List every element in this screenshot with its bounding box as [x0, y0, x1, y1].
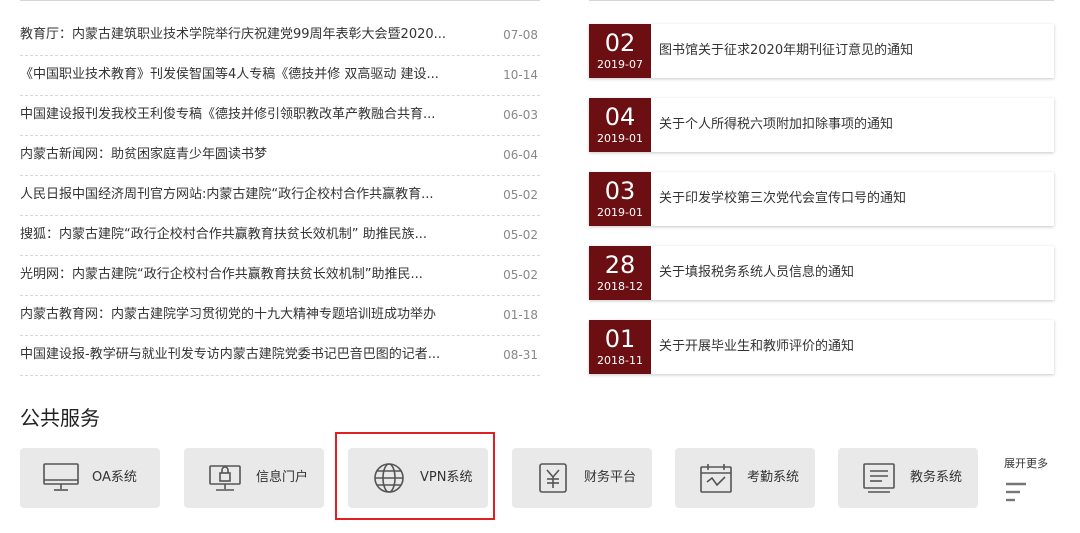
- news-row: 人民日报中国经济周刊官方网站:内蒙古建院“政行企校村合作共赢教育... 05-0…: [20, 176, 540, 216]
- news-date: 05-02: [503, 188, 538, 202]
- news-date: 05-02: [503, 228, 538, 242]
- info-portal-button[interactable]: 信息门户: [184, 448, 324, 508]
- news-title-link[interactable]: 搜狐：内蒙古建院“政行企校村合作共赢教育扶贫长效机制” 助推民族...: [20, 226, 492, 244]
- notice-title[interactable]: 关于印发学校第三次党代会宣传口号的通知: [659, 190, 906, 208]
- news-date: 06-04: [503, 148, 538, 162]
- news-row: 中国建设报-教学研与就业刊发专访内蒙古建院党委书记巴音巴图的记者... 08-3…: [20, 336, 540, 376]
- services-heading: 公共服务: [20, 406, 100, 430]
- notice-title[interactable]: 关于填报税务系统人员信息的通知: [659, 264, 854, 282]
- notice-date-badge: 04 2019-01: [589, 98, 651, 152]
- news-title-link[interactable]: 教育厅：内蒙古建筑职业技术学院举行庆祝建党99周年表彰大会暨2020...: [20, 26, 492, 44]
- notice-top-line: [589, 0, 1054, 1]
- news-title-link[interactable]: 内蒙古教育网：内蒙古建院学习贯彻党的十九大精神专题培训班成功举办: [20, 306, 492, 324]
- service-label: 考勤系统: [747, 470, 800, 485]
- notice-item[interactable]: 04 2019-01 关于个人所得税六项附加扣除事项的通知: [589, 98, 1054, 152]
- attendance-system-button[interactable]: 考勤系统: [675, 448, 815, 508]
- news-row: 内蒙古教育网：内蒙古建院学习贯彻党的十九大精神专题培训班成功举办 01-18: [20, 296, 540, 336]
- oa-system-button[interactable]: OA系统: [20, 448, 160, 508]
- service-label: 财务平台: [584, 470, 637, 485]
- finance-platform-button[interactable]: 财务平台: [512, 448, 652, 508]
- notice-day: 02: [604, 29, 636, 57]
- news-row: 教育厅：内蒙古建筑职业技术学院举行庆祝建党99周年表彰大会暨2020... 07…: [20, 16, 540, 56]
- notice-item[interactable]: 01 2018-11 关于开展毕业生和教师评价的通知: [589, 320, 1054, 374]
- notice-item[interactable]: 02 2019-07 图书馆关于征求2020年期刊征订意见的通知: [589, 24, 1054, 78]
- news-row: 中国建设报刊发我校王利俊专稿《德技并修引领职教改革产教融合共育... 06-03: [20, 96, 540, 136]
- list-doc-icon: [863, 463, 895, 493]
- service-label: 信息门户: [256, 470, 309, 485]
- news-date: 10-14: [503, 68, 538, 82]
- notice-list: 02 2019-07 图书馆关于征求2020年期刊征订意见的通知 04 2019…: [589, 24, 1054, 394]
- service-label: 教务系统: [910, 470, 963, 485]
- news-title-link[interactable]: 人民日报中国经济周刊官方网站:内蒙古建院“政行企校村合作共赢教育...: [20, 186, 492, 204]
- notice-date-badge: 02 2019-07: [589, 24, 651, 78]
- notice-year-month: 2018-12: [597, 280, 643, 293]
- notice-title[interactable]: 关于开展毕业生和教师评价的通知: [659, 338, 854, 356]
- news-title-link[interactable]: 内蒙古新闻网：助贫困家庭青少年圆读书梦: [20, 146, 492, 164]
- notice-day: 03: [604, 177, 636, 205]
- lock-screen-icon: [209, 465, 241, 491]
- notice-year-month: 2018-11: [597, 354, 643, 367]
- calendar-check-icon: [700, 464, 732, 493]
- news-date: 08-31: [503, 348, 538, 362]
- notice-year-month: 2019-07: [597, 58, 643, 71]
- vpn-highlight-frame: [335, 432, 495, 520]
- news-date: 05-02: [503, 268, 538, 282]
- news-row: 搜狐：内蒙古建院“政行企校村合作共赢教育扶贫长效机制” 助推民族... 05-0…: [20, 216, 540, 256]
- news-date: 01-18: [503, 308, 538, 322]
- notice-day: 04: [604, 103, 636, 131]
- news-row: 内蒙古新闻网：助贫困家庭青少年圆读书梦 06-04: [20, 136, 540, 176]
- expand-more-label: 展开更多: [1004, 457, 1048, 470]
- notice-item[interactable]: 28 2018-12 关于填报税务系统人员信息的通知: [589, 246, 1054, 300]
- academic-system-button[interactable]: 教务系统: [838, 448, 978, 508]
- news-title-link[interactable]: 光明网：内蒙古建院“政行企校村合作共赢教育扶贫长效机制”助推民...: [20, 266, 492, 284]
- news-row: 光明网：内蒙古建院“政行企校村合作共赢教育扶贫长效机制”助推民... 05-02: [20, 256, 540, 296]
- notice-year-month: 2019-01: [597, 132, 643, 145]
- news-title-link[interactable]: 中国建设报-教学研与就业刊发专访内蒙古建院党委书记巴音巴图的记者...: [20, 346, 492, 364]
- notice-title[interactable]: 关于个人所得税六项附加扣除事项的通知: [659, 116, 893, 134]
- notice-title[interactable]: 图书馆关于征求2020年期刊征订意见的通知: [659, 42, 913, 60]
- monitor-icon: [43, 463, 79, 491]
- news-title-link[interactable]: 中国建设报刊发我校王利俊专稿《德技并修引领职教改革产教融合共育...: [20, 106, 492, 124]
- news-date: 06-03: [503, 108, 538, 122]
- yuan-icon: [539, 463, 567, 493]
- news-row: 《中国职业技术教育》刊发侯智国等4人专稿《德技并修 双高驱动 建设... 10-…: [20, 56, 540, 96]
- notice-day: 28: [604, 251, 636, 279]
- news-date: 07-08: [503, 28, 538, 42]
- notice-year-month: 2019-01: [597, 206, 643, 219]
- news-list: 教育厅：内蒙古建筑职业技术学院举行庆祝建党99周年表彰大会暨2020... 07…: [20, 16, 540, 376]
- notice-date-badge: 03 2019-01: [589, 172, 651, 226]
- service-label: OA系统: [92, 470, 137, 485]
- notice-date-badge: 28 2018-12: [589, 246, 651, 300]
- expand-more-button[interactable]: 展开更多: [1004, 457, 1064, 503]
- news-top-line: [20, 0, 540, 1]
- menu-lines-icon: [1006, 482, 1026, 502]
- notice-item[interactable]: 03 2019-01 关于印发学校第三次党代会宣传口号的通知: [589, 172, 1054, 226]
- notice-date-badge: 01 2018-11: [589, 320, 651, 374]
- notice-day: 01: [604, 325, 636, 353]
- news-title-link[interactable]: 《中国职业技术教育》刊发侯智国等4人专稿《德技并修 双高驱动 建设...: [20, 66, 492, 84]
